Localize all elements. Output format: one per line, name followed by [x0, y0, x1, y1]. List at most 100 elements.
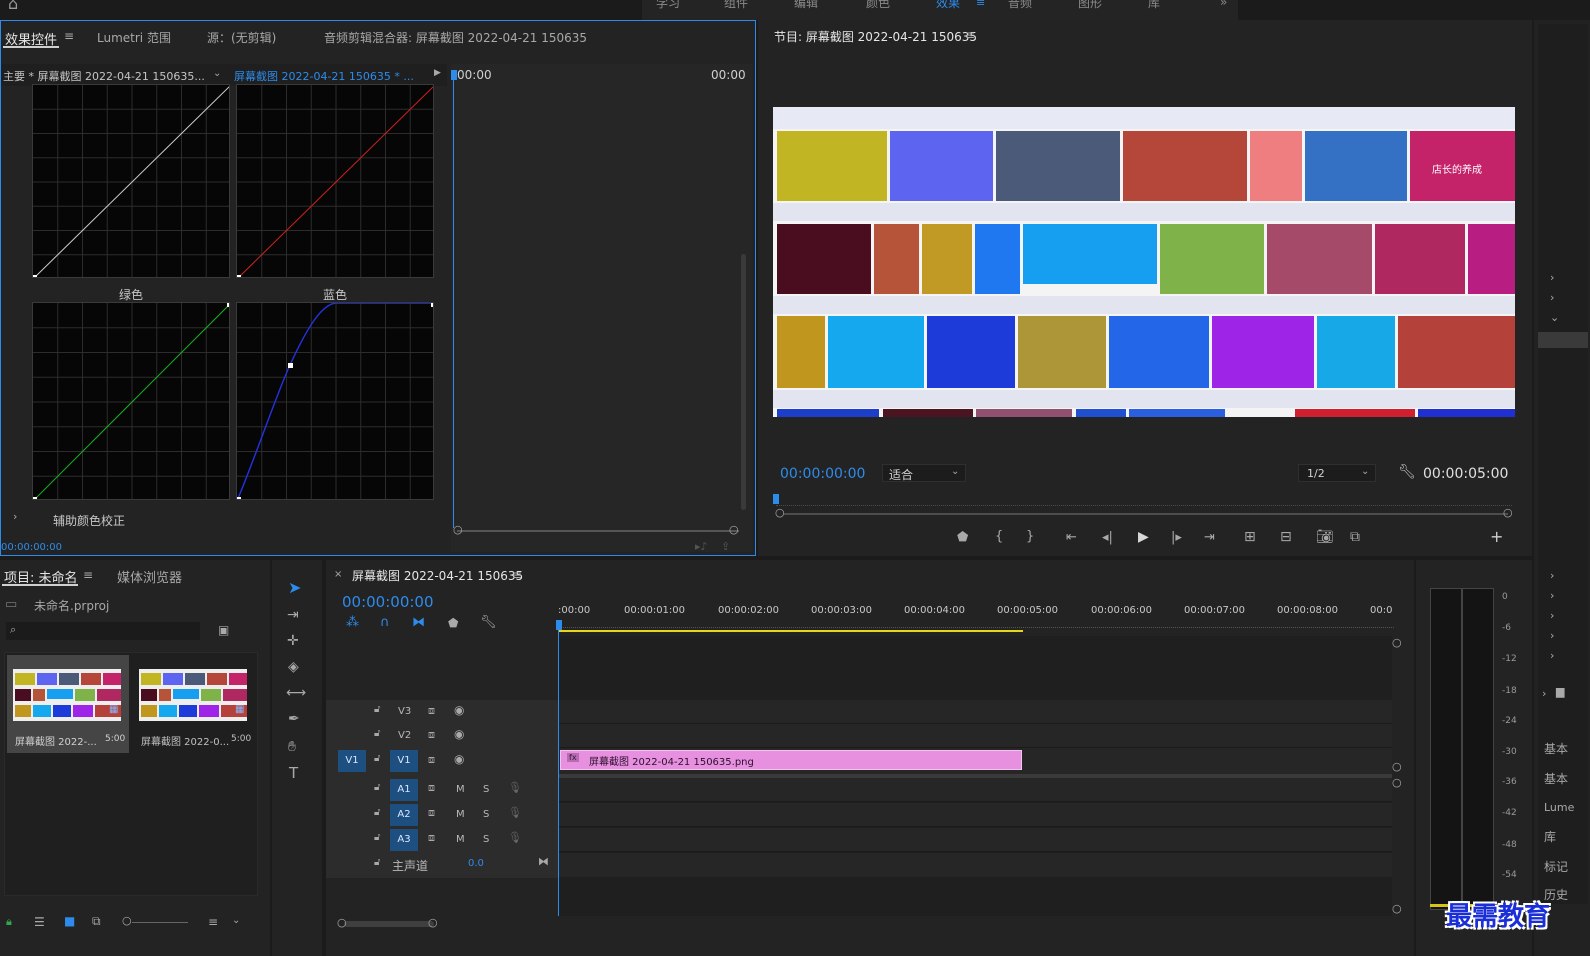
camera-icon[interactable]: 📷︎ [1316, 530, 1334, 544]
chevron-down-icon[interactable]: ⌄ [232, 916, 240, 926]
program-monitor-title[interactable]: 节目: 屏幕截图 2022-04-21 150635 [774, 28, 977, 45]
track-row-v3[interactable] [558, 700, 1392, 724]
vertical-zoom-handle-icon[interactable]: ○ [1392, 777, 1402, 788]
panel-menu-icon[interactable]: ≡ [64, 30, 74, 42]
tab-media-browser[interactable]: 媒体浏览器 [117, 567, 182, 586]
mute-button[interactable]: M [456, 834, 465, 845]
selection-tool-icon[interactable]: ➤ [288, 580, 301, 596]
add-marker-icon[interactable]: ⬟ [957, 531, 968, 544]
track-target-a3[interactable]: A3 [390, 829, 418, 851]
curve-blue-graph[interactable] [237, 303, 434, 500]
track-row-v2[interactable] [558, 724, 1392, 748]
wrench-icon[interactable]: 🔧︎ [1398, 465, 1416, 479]
chevron-right-icon[interactable]: › [1550, 630, 1554, 641]
add-marker-icon[interactable]: ⬟ [448, 617, 458, 629]
effects-timecode[interactable]: 00:00:00:00 [1, 542, 62, 553]
curve-red[interactable] [236, 84, 434, 278]
track-select-tool-icon[interactable]: ⇥ [287, 608, 299, 622]
track-row-master[interactable] [558, 853, 1392, 877]
sequence-clip-label[interactable]: 屏幕截图 2022-04-21 150635 * ... [234, 68, 414, 84]
program-video-frame[interactable]: 店长的养成 [773, 107, 1515, 417]
zoom-scrollbar[interactable] [784, 513, 1508, 515]
sidebar-item-markers[interactable]: 标记 [1544, 858, 1568, 875]
track-row-a1[interactable] [558, 778, 1392, 802]
zoom-right-handle-icon[interactable]: ○ [729, 524, 739, 535]
chevron-down-icon[interactable]: ⌄ [1550, 312, 1559, 323]
track-lock-icon[interactable]: 🔓︎ [374, 808, 380, 818]
plus-icon[interactable]: + [1490, 529, 1503, 545]
chevron-right-icon[interactable]: › [1550, 610, 1554, 621]
zoom-slider[interactable] [132, 922, 188, 923]
vertical-zoom-handle-icon[interactable]: ○ [1392, 761, 1402, 772]
workspace-tab-editing[interactable]: 编辑 [794, 0, 818, 11]
mark-out-icon[interactable]: } [1026, 530, 1034, 543]
sync-lock-icon[interactable]: ⧈ [428, 807, 435, 818]
timeline-clip[interactable]: fx 屏幕截图 2022-04-21 150635.png [560, 750, 1022, 770]
track-target-a1[interactable]: A1 [390, 779, 418, 801]
zoom-scrollbar[interactable] [457, 530, 739, 532]
source-patch-v1[interactable]: V1 [338, 750, 366, 772]
work-area-bar[interactable] [558, 630, 1023, 632]
solo-button[interactable]: S [483, 834, 489, 845]
vertical-scrollbar[interactable] [741, 254, 746, 510]
track-row-a2[interactable] [558, 803, 1392, 827]
overflow-icon[interactable]: » [1220, 0, 1227, 8]
master-track-value[interactable]: 0.0 [468, 858, 484, 869]
vertical-zoom-handle-icon[interactable]: ○ [1392, 903, 1402, 914]
go-to-in-icon[interactable]: ⇤ [1066, 531, 1077, 544]
project-search-field[interactable]: ⌕ [6, 622, 200, 640]
step-back-icon[interactable]: ◂| [1102, 531, 1113, 544]
solo-button[interactable]: S [483, 784, 489, 795]
zoom-right-handle-icon[interactable]: ○ [1503, 507, 1513, 518]
track-target-v1[interactable]: V1 [390, 750, 418, 772]
play-icon[interactable]: ▶ [1138, 530, 1149, 544]
curve-red-graph[interactable] [237, 85, 434, 278]
tab-source[interactable]: 源：(无剪辑) [207, 29, 276, 46]
slip-tool-icon[interactable]: ⟷ [286, 686, 306, 700]
snap-icon[interactable]: ∩ [380, 616, 390, 629]
monitor-time-ruler[interactable] [776, 494, 1512, 506]
hand-tool-icon[interactable]: ✋︎ [288, 740, 296, 754]
eye-icon[interactable]: ◉ [454, 753, 464, 765]
wrench-icon[interactable]: 🔧︎ [480, 616, 497, 629]
master-clip-label[interactable]: 主要 * 屏幕截图 2022-04-21 150635... [3, 68, 205, 84]
lock-icon[interactable]: 🔒︎ [6, 916, 12, 927]
sort-icon[interactable]: ≡ [208, 916, 218, 928]
playhead-marker[interactable] [773, 494, 779, 504]
chevron-right-icon[interactable]: › [1542, 688, 1546, 699]
curve-master-graph[interactable] [33, 85, 230, 278]
solo-button[interactable]: S [483, 809, 489, 820]
track-lock-icon[interactable]: 🔓︎ [374, 833, 380, 843]
workspace-tab-learn[interactable]: 学习 [656, 0, 680, 11]
mic-icon[interactable]: 🎙︎ [508, 807, 522, 818]
track-row-a3[interactable] [558, 828, 1392, 852]
timeline-sequence-title[interactable]: 屏幕截图 2022-04-21 150635 [352, 567, 523, 584]
zoom-slider-handle-icon[interactable]: ○ [122, 915, 132, 926]
project-item[interactable]: ▦ 屏幕截图 2022-... 5:00 [7, 655, 129, 753]
pen-tool-icon[interactable]: ✒ [288, 712, 300, 726]
menu-icon[interactable]: ≡ [976, 0, 985, 8]
chevron-right-icon[interactable]: › [1550, 650, 1554, 661]
zoom-right-handle-icon[interactable]: ○ [428, 917, 438, 928]
close-icon[interactable]: × [334, 570, 342, 580]
workspace-tab-audio[interactable]: 音频 [1008, 0, 1032, 11]
track-target-a2[interactable]: A2 [390, 804, 418, 826]
folder-icon[interactable]: ▆ [1556, 686, 1564, 697]
sync-lock-icon[interactable]: ⧈ [428, 782, 435, 793]
fit-dropdown[interactable]: 适合 ⌄ [882, 464, 966, 482]
ripple-edit-tool-icon[interactable]: ✛ [287, 634, 299, 648]
sync-lock-icon[interactable]: ⧈ [428, 729, 435, 740]
sidebar-item-lumetri[interactable]: Lume [1544, 801, 1574, 814]
timeline-playhead-marker[interactable] [556, 620, 562, 630]
sync-lock-icon[interactable]: ⧈ [428, 832, 435, 843]
zoom-left-handle-icon[interactable]: ○ [453, 524, 463, 535]
sync-lock-icon[interactable]: ⧈ [428, 705, 435, 716]
expand-chevron-icon[interactable]: › [13, 511, 17, 522]
curve-blue[interactable] [236, 302, 434, 500]
new-bin-icon[interactable]: ▣ [218, 624, 229, 636]
workspace-tab-color[interactable]: 颜色 [866, 0, 890, 11]
secondary-color-correction[interactable]: 辅助颜色校正 [53, 512, 125, 529]
icon-view-icon[interactable]: ■ [64, 915, 75, 927]
track-label-v3[interactable]: V3 [398, 706, 411, 717]
playhead-line[interactable] [453, 72, 454, 528]
